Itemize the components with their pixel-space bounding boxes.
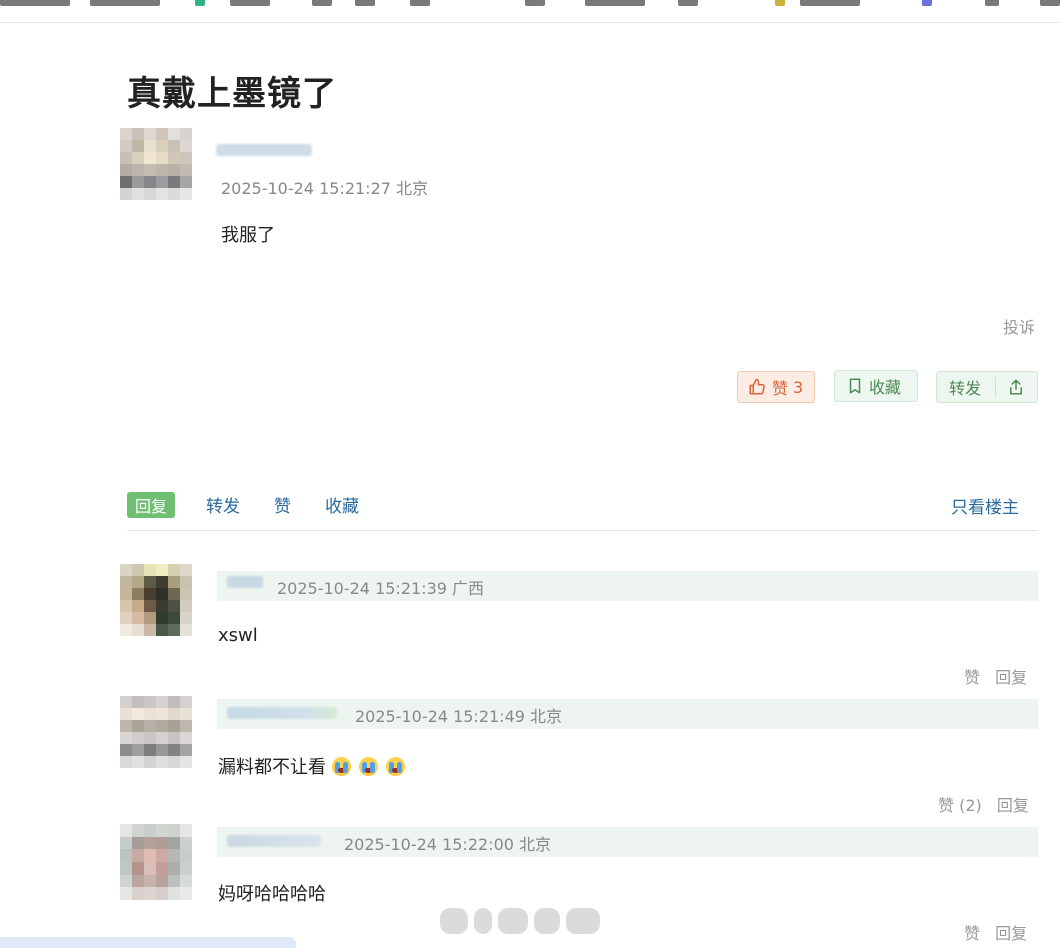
reply-time: 2025-10-24 15:21:49: [355, 707, 525, 726]
reply-header: 2025-10-24 15:21:39 广西: [217, 571, 1038, 601]
placeholder-block: [474, 908, 492, 934]
reply-actions: 赞 (2) 回复: [938, 792, 1029, 816]
reply-like-button[interactable]: 赞: [964, 924, 980, 943]
placeholder-block: [498, 908, 528, 934]
reply-content: xswl: [218, 625, 258, 646]
favorite-label: 收藏: [869, 378, 902, 397]
reply-header: 2025-10-24 15:22:00 北京: [217, 827, 1038, 857]
tabs-divider: [127, 530, 1038, 531]
reply-like-button[interactable]: 赞 (2): [938, 796, 982, 815]
reply-meta: 2025-10-24 15:22:00 北京: [344, 831, 551, 855]
tab-like[interactable]: 赞: [274, 492, 291, 517]
like-button[interactable]: 赞 3: [737, 371, 815, 403]
reply-reply-button[interactable]: 回复: [995, 668, 1027, 687]
reply-reply-button[interactable]: 回复: [997, 796, 1029, 815]
placeholder-block: [534, 908, 560, 934]
post-content: 我服了: [221, 225, 275, 246]
post-meta: 2025-10-24 15:21:27 北京: [221, 175, 428, 199]
placeholder-block: [566, 908, 600, 934]
avatar[interactable]: [120, 696, 192, 768]
like-label: 赞: [772, 379, 789, 398]
crying-emoji-icon: [359, 757, 378, 776]
username-blurred[interactable]: [216, 144, 312, 156]
reply-location: 北京: [530, 707, 563, 726]
reply-content: 漏料都不让看: [218, 753, 405, 779]
reply-like-button[interactable]: 赞: [964, 668, 980, 687]
username-blurred[interactable]: [227, 835, 321, 847]
tab-share[interactable]: 转发: [206, 492, 240, 517]
share-button[interactable]: 转发: [936, 371, 1038, 403]
share-icon[interactable]: [1008, 378, 1024, 396]
username-blurred[interactable]: [227, 576, 263, 588]
reply-header: 2025-10-24 15:21:49 北京: [217, 699, 1038, 729]
crying-emoji-icon: [332, 757, 351, 776]
reply-meta: 2025-10-24 15:21:49 北京: [355, 703, 562, 727]
bottom-input-strip[interactable]: [0, 937, 296, 948]
avatar[interactable]: [120, 564, 192, 636]
post-title: 真戴上墨镜了: [127, 74, 337, 114]
reply-location: 北京: [519, 835, 552, 854]
reply-actions: 赞 回复: [964, 664, 1027, 688]
reply-text: 漏料都不让看: [218, 757, 326, 778]
only-op-button[interactable]: 只看楼主: [951, 493, 1019, 518]
reply-actions: 赞 回复: [964, 920, 1027, 944]
favorite-button[interactable]: 收藏: [834, 370, 918, 402]
username-blurred[interactable]: [227, 707, 337, 719]
bookmark-icon: [847, 377, 863, 395]
crying-emoji-icon: [386, 757, 405, 776]
report-link[interactable]: 投诉: [1003, 314, 1035, 338]
bookmark-bar: [0, 0, 1060, 23]
tab-reply[interactable]: 回复: [127, 492, 176, 518]
thumb-up-icon: [748, 378, 766, 396]
like-count: 3: [793, 377, 804, 397]
reply-location: 广西: [452, 579, 485, 598]
reply-time: 2025-10-24 15:22:00: [344, 835, 514, 854]
tab-favorite[interactable]: 收藏: [325, 492, 359, 517]
post-time: 2025-10-24 15:21:27: [221, 179, 391, 198]
floating-toolbar: [440, 904, 610, 938]
share-label: 转发: [949, 379, 982, 398]
avatar[interactable]: [120, 824, 192, 900]
post-location: 北京: [396, 179, 429, 198]
divider: [995, 377, 997, 397]
reply-reply-button[interactable]: 回复: [995, 924, 1027, 943]
reply-meta: 2025-10-24 15:21:39 广西: [277, 575, 484, 599]
reply-content: 妈呀哈哈哈哈: [218, 884, 326, 905]
avatar[interactable]: [120, 128, 192, 200]
reply-time: 2025-10-24 15:21:39: [277, 579, 447, 598]
placeholder-block: [440, 908, 468, 934]
